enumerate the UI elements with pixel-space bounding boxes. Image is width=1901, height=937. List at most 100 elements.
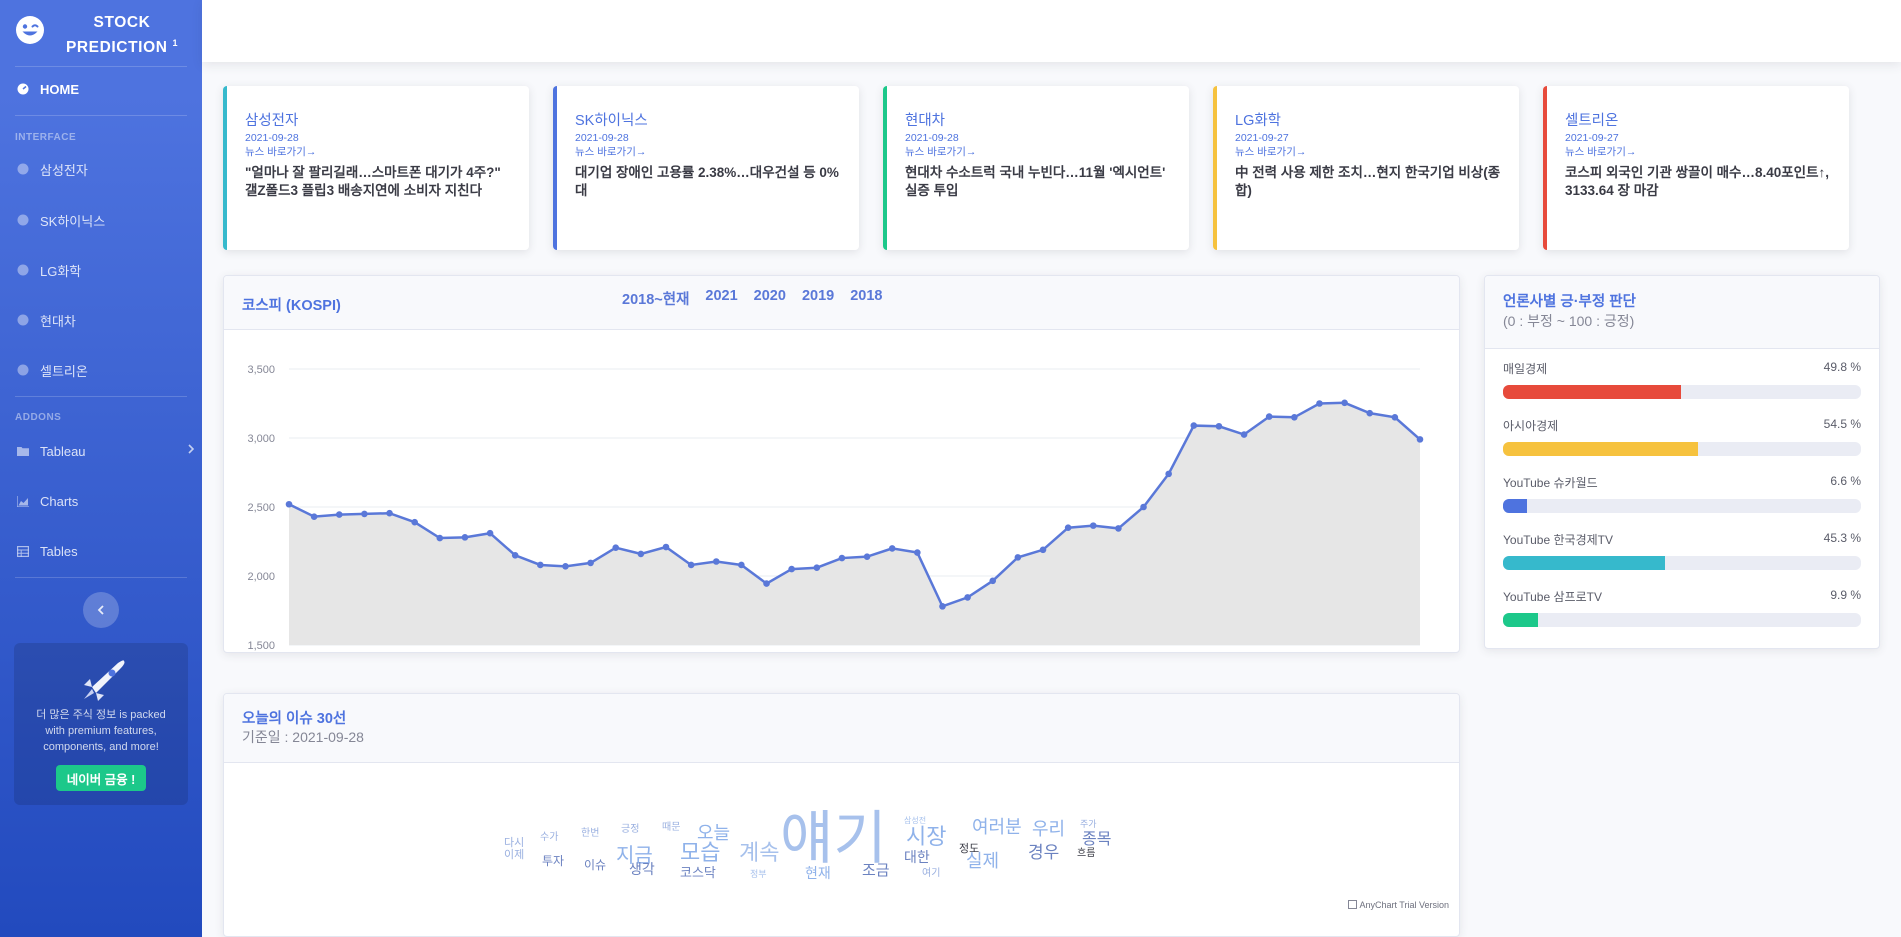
word-cloud-word[interactable]: 대한 — [904, 851, 930, 865]
laugh-wink-icon — [16, 16, 44, 44]
range-tab-2020[interactable]: 2020 — [754, 288, 786, 309]
word-cloud-word[interactable]: 실제 — [966, 853, 999, 871]
word-cloud-word[interactable]: 이슈 — [584, 859, 606, 871]
nav-company-samsung[interactable]: 삼성전자 — [15, 157, 195, 181]
data-point — [1190, 422, 1198, 429]
sentiment-row: 매일경제 49.8 % — [1503, 360, 1861, 400]
brand-line1: STOCK — [93, 14, 151, 31]
chart-area-icon — [15, 495, 30, 507]
news-link[interactable]: 뉴스 바로가기→ — [245, 145, 515, 159]
word-cloud-word[interactable]: 현재 — [805, 867, 831, 881]
kospi-chart: 1,5002,0002,5003,0003,5002018-012018-082… — [247, 364, 1424, 653]
sentiment-title: 언론사별 긍·부정 판단 — [1503, 294, 1636, 310]
sentiment-row: YouTube 한국경제TV 45.3 % — [1503, 531, 1861, 571]
word-cloud-word[interactable]: 종목 — [1082, 831, 1111, 847]
data-point — [813, 564, 821, 572]
sentiment-progress-fill — [1503, 556, 1666, 570]
word-cloud-word[interactable]: 투자 — [542, 855, 564, 867]
word-cloud-word[interactable]: 여기 — [922, 869, 940, 879]
news-headline: "얼마나 잘 팔리길래…스마트폰 대기가 4주?" 갤Z폴드3 플립3 배송지연… — [245, 165, 501, 198]
range-tab-2019[interactable]: 2019 — [802, 288, 834, 309]
topbar — [202, 0, 1901, 62]
dashboard-icon — [15, 214, 30, 226]
data-point — [989, 577, 997, 585]
naver-finance-button[interactable]: 네이버 금융 ! — [56, 765, 146, 791]
x-tick-label: 2020-12 — [1138, 651, 1175, 653]
data-point — [537, 561, 544, 569]
word-cloud-word[interactable]: 조금 — [862, 863, 890, 878]
sentiment-progress-track — [1503, 556, 1861, 570]
word-cloud-word[interactable]: 한번 — [581, 829, 599, 839]
sentiment-subtitle: (0 : 부정 ~ 100 : 긍정) — [1503, 313, 1635, 329]
word-cloud-word[interactable]: 계속 — [739, 843, 779, 865]
table-icon — [15, 545, 30, 557]
nav-company-lgchem[interactable]: LG화학 — [15, 258, 195, 282]
sentiment-value: 49.8 % — [1823, 360, 1861, 374]
data-point — [863, 553, 871, 560]
nav-home[interactable]: HOME — [15, 77, 195, 101]
nav-company-label: LG화학 — [40, 263, 82, 279]
nav-company-skhynix[interactable]: SK하이닉스 — [15, 208, 195, 232]
promo-card: 더 많은 주식 정보 is packed with premium featur… — [14, 643, 188, 805]
sentiment-row: YouTube 슈카월드 6.6 % — [1503, 474, 1861, 514]
news-card-samsung: 삼성전자 2021-09-28 뉴스 바로가기→ "얼마나 잘 팔리길래…스마트… — [223, 86, 529, 250]
nav-tables-label: Tables — [40, 543, 78, 559]
data-point — [1215, 422, 1223, 430]
range-tabs: 2018~현재 2021 2020 2019 2018 — [622, 288, 882, 309]
nav-company-label: 현대차 — [40, 313, 76, 329]
news-link[interactable]: 뉴스 바로가기→ — [1235, 145, 1505, 159]
news-company: 셀트리온 — [1565, 113, 1619, 129]
news-company: SK하이닉스 — [575, 113, 648, 129]
word-cloud-word[interactable]: 수가 — [540, 833, 558, 843]
news-link[interactable]: 뉴스 바로가기→ — [575, 145, 845, 159]
data-point — [361, 510, 368, 518]
data-point — [1165, 470, 1172, 478]
data-point — [914, 549, 921, 556]
sentiment-value: 9.9 % — [1830, 588, 1861, 602]
issues-card-header: 오늘의 이슈 30선 기준일 : 2021-09-28 — [224, 694, 1459, 763]
word-cloud-word[interactable]: 다시 — [504, 837, 524, 848]
word-cloud-word[interactable]: 긍정 — [621, 825, 639, 835]
range-tab-all[interactable]: 2018~현재 — [622, 288, 689, 309]
word-cloud-word[interactable]: 얘기 — [780, 809, 887, 867]
nav-company-celltrion[interactable]: 셀트리온 — [15, 358, 195, 382]
nav-charts[interactable]: Charts — [15, 489, 195, 513]
word-cloud-word[interactable]: 생각 — [629, 863, 655, 877]
brand[interactable]: STOCK PREDICTION 1 — [0, 0, 202, 64]
news-link[interactable]: 뉴스 바로가기→ — [1565, 145, 1835, 159]
data-point — [461, 534, 469, 541]
word-cloud-word[interactable]: 이제 — [504, 849, 524, 860]
nav-company-hyundai[interactable]: 현대차 — [15, 308, 195, 332]
word-cloud-word[interactable]: 모습 — [680, 843, 720, 865]
word-cloud-word[interactable]: 흐름 — [1077, 849, 1095, 859]
sidebar-divider — [15, 396, 187, 397]
news-headline: 대기업 장애인 고용률 2.38%…대우건설 등 0%대 — [575, 165, 839, 198]
news-headline: 코스피 외국인 기관 쌍끌이 매수…8.40포인트↑, 3133.64 장 마감 — [1565, 165, 1829, 198]
word-cloud-word[interactable]: 시장 — [906, 827, 946, 849]
nav-tableau[interactable]: Tableau — [15, 439, 195, 463]
word-cloud-word[interactable]: 코스닥 — [680, 867, 716, 880]
word-cloud-word[interactable]: 때문 — [662, 823, 680, 833]
news-date: 2021-09-28 — [905, 132, 959, 144]
data-point — [788, 565, 795, 573]
nav-tables[interactable]: Tables — [15, 539, 195, 563]
news-link[interactable]: 뉴스 바로가기→ — [905, 145, 1175, 159]
range-tab-2021[interactable]: 2021 — [705, 288, 737, 309]
word-cloud-word[interactable]: 여러분 — [972, 819, 1022, 837]
range-tab-2018[interactable]: 2018 — [850, 288, 882, 309]
anychart-trial-text: AnyChart Trial Version — [1359, 900, 1449, 910]
data-point — [1416, 436, 1424, 443]
word-cloud-word[interactable]: 경우 — [1028, 845, 1059, 862]
data-point — [1265, 413, 1273, 420]
data-point — [335, 511, 343, 518]
media-name: YouTube 한국경제TV — [1503, 533, 1613, 547]
word-cloud-word[interactable]: 삼성전 — [904, 817, 926, 825]
sentiment-value: 54.5 % — [1823, 417, 1861, 431]
sidebar-toggle-button[interactable] — [83, 592, 119, 628]
dashboard-icon — [15, 364, 30, 376]
data-point — [1366, 409, 1374, 417]
word-cloud-word[interactable]: 정부 — [750, 871, 767, 880]
folder-icon — [15, 445, 30, 457]
word-cloud-word[interactable]: 우리 — [1032, 821, 1065, 839]
news-card-lgchem: LG화학 2021-09-27 뉴스 바로가기→ 中 전력 사용 제한 조치…현… — [1213, 86, 1519, 250]
